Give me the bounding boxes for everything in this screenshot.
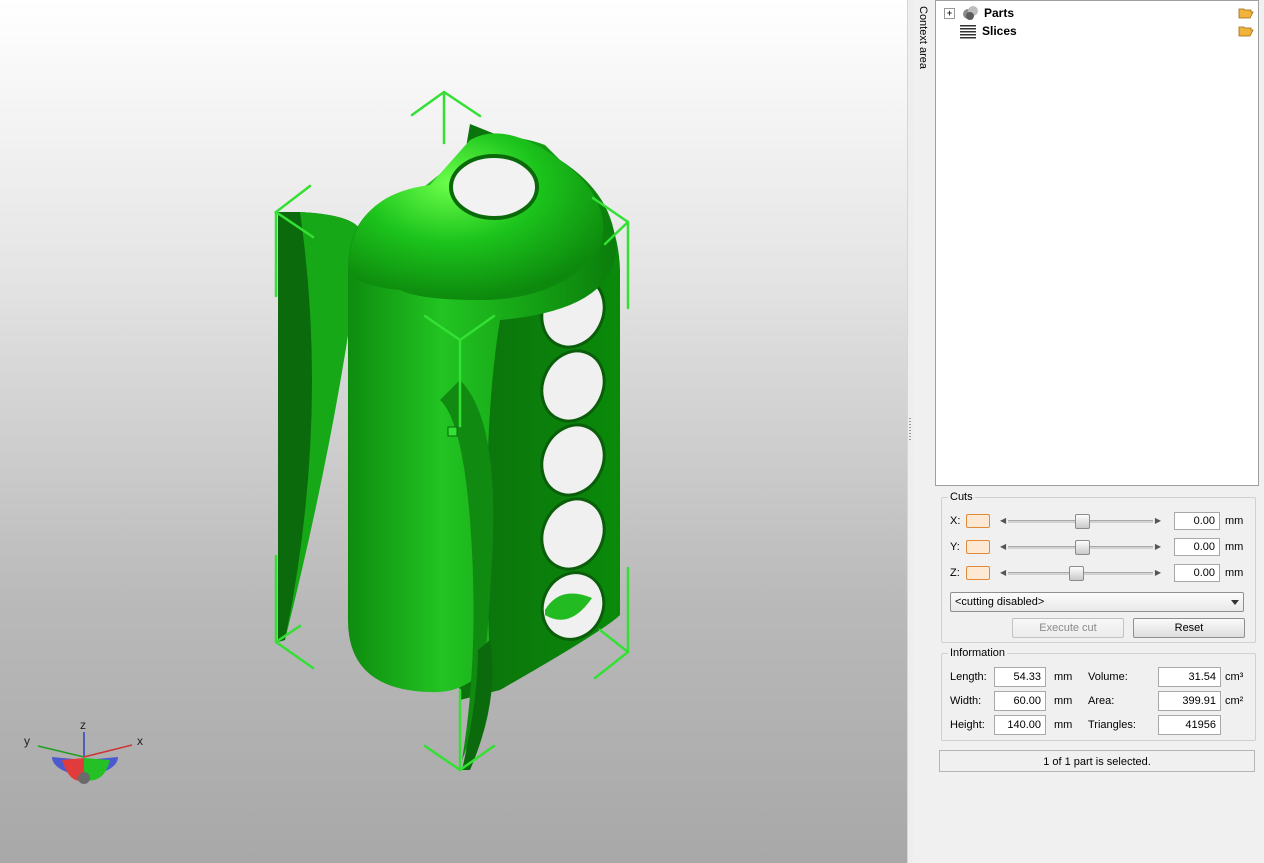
axis-z-label: z [80,718,86,732]
area-unit: cm² [1225,695,1244,707]
context-area-tab[interactable]: Context area [913,0,935,863]
volume-label: Volume: [1088,671,1128,683]
cut-row-x: X: ◀ ▶ 0.00 mm [950,512,1243,530]
execute-cut-button[interactable]: Execute cut [1012,618,1124,638]
area-label: Area: [1088,695,1115,707]
information-title: Information [950,647,1006,659]
slider-thumb[interactable] [1075,514,1090,529]
axis-y-label: y [24,734,30,748]
folder-open-icon[interactable] [1238,7,1254,19]
cut-x-unit: mm [1225,515,1244,527]
tree-item-slices[interactable]: Slices [959,22,1017,40]
cut-row-y: Y: ◀ ▶ 0.00 mm [950,538,1243,556]
cut-x-value[interactable]: 0.00 [1174,512,1220,530]
3d-viewport[interactable]: z x y [0,0,907,863]
object-tree[interactable]: + Parts Slices [935,0,1259,486]
splitter-grip[interactable] [909,418,911,442]
cut-z-value[interactable]: 0.00 [1174,564,1220,582]
axis-x-label: x [137,734,143,748]
width-label: Width: [950,695,982,707]
slider-thumb[interactable] [1075,540,1090,555]
height-unit: mm [1054,719,1073,731]
area-value: 399.91 [1158,691,1221,711]
cut-mode-value: <cutting disabled> [955,596,1045,608]
slider-right-arrow-icon[interactable]: ▶ [1155,516,1161,525]
height-label: Height: [950,719,985,731]
cut-y-slider[interactable]: ◀ ▶ [998,540,1163,555]
length-value: 54.33 [994,667,1046,687]
cut-axis-label: Y: [950,541,960,553]
slider-right-arrow-icon[interactable]: ▶ [1155,568,1161,577]
length-unit: mm [1054,671,1073,683]
context-area-label: Context area [917,6,929,69]
triangles-value: 41956 [1158,715,1221,735]
slider-left-arrow-icon[interactable]: ◀ [1000,542,1006,551]
tree-item-label: Slices [982,24,1017,38]
cut-z-unit: mm [1225,567,1244,579]
parts-icon [963,6,978,20]
slices-icon [960,25,976,39]
cut-row-z: Z: ◀ ▶ 0.00 mm [950,564,1243,582]
slider-left-arrow-icon[interactable]: ◀ [1000,568,1006,577]
volume-unit: cm³ [1225,671,1244,683]
top-hole [449,154,539,220]
reset-button[interactable]: Reset [1133,618,1245,638]
width-value: 60.00 [994,691,1046,711]
axes-gizmo[interactable]: z x y [24,718,143,784]
side-panel: + Parts Slices Cuts X: ◀ ▶ 0.00 mm Y: ◀ … [935,0,1264,863]
triangles-label: Triangles: [1088,719,1136,731]
model-render[interactable]: z x y [0,0,907,863]
pivot-handle [447,426,458,437]
cut-axis-label: Z: [950,567,960,579]
cut-y-unit: mm [1225,541,1244,553]
width-unit: mm [1054,695,1073,707]
cut-y-toggle[interactable] [966,540,990,554]
cut-z-slider[interactable]: ◀ ▶ [998,566,1163,581]
slider-right-arrow-icon[interactable]: ▶ [1155,542,1161,551]
cut-x-toggle[interactable] [966,514,990,528]
tree-item-label: Parts [984,6,1015,20]
slider-left-arrow-icon[interactable]: ◀ [1000,516,1006,525]
selection-status: 1 of 1 part is selected. [939,750,1255,772]
expand-icon[interactable]: + [944,7,955,19]
volume-value: 31.54 [1158,667,1221,687]
cut-y-value[interactable]: 0.00 [1174,538,1220,556]
length-label: Length: [950,671,987,683]
cut-mode-select[interactable]: <cutting disabled> [950,592,1244,612]
chevron-down-icon [1231,600,1239,605]
cut-x-slider[interactable]: ◀ ▶ [998,514,1163,529]
cut-z-toggle[interactable] [966,566,990,580]
tree-item-parts[interactable]: + Parts [944,4,1014,22]
folder-open-icon[interactable] [1238,25,1254,37]
height-value: 140.00 [994,715,1046,735]
cuts-title: Cuts [950,491,973,503]
slider-thumb[interactable] [1069,566,1084,581]
cut-axis-label: X: [950,515,961,527]
